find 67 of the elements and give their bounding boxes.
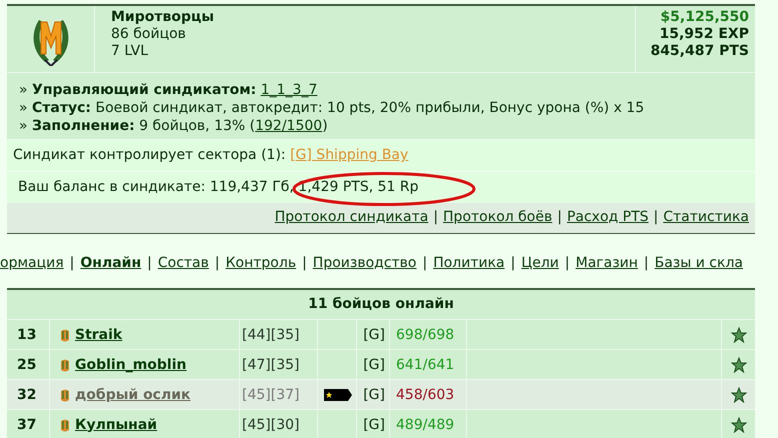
log-link[interactable]: Протокол боёв — [443, 209, 552, 227]
info-link[interactable]: 192/1500 — [255, 118, 322, 134]
hp-value: 641/641 — [396, 356, 454, 372]
syndicate-name: Миротворцы — [111, 9, 216, 26]
member-count: 86 бойцов — [111, 26, 187, 43]
rank-number: 13 — [17, 326, 36, 342]
rank-number: 32 — [17, 386, 36, 402]
info-line: » Заполнение: 9 бойцов, 13% (192/1500) — [19, 117, 329, 135]
nav-tab[interactable]: Производство — [312, 255, 416, 271]
member-link[interactable]: Goblin_moblin — [75, 356, 186, 372]
star-icon[interactable] — [730, 416, 746, 432]
log-link[interactable]: Расход PTS — [566, 209, 649, 227]
member-row[interactable]: 25 Goblin_moblin [47][35] [G] 641/641 — [7, 350, 755, 380]
log-link[interactable]: Протокол синдиката — [274, 209, 428, 227]
rank-number: 25 — [17, 356, 36, 372]
hp-value: 698/698 — [396, 326, 454, 342]
star-icon[interactable] — [730, 356, 746, 372]
member-row[interactable]: 32 добрый ослик [45][37] [G] 458/603 — [7, 380, 755, 410]
nav-tab[interactable]: Базы и скла — [654, 255, 743, 271]
nav-tab[interactable]: Политика — [433, 255, 505, 271]
info-line: » Управляющий синдикатом: 1_1_3_7 — [19, 81, 318, 99]
syndicate-level: 7 LVL — [111, 43, 149, 60]
separator: | — [302, 255, 307, 271]
pts-amount: 845,487 PTS — [650, 43, 749, 60]
member-row[interactable]: 13 Straik [44][35] [G] 698/698 — [7, 320, 755, 350]
star-icon[interactable] — [730, 326, 746, 342]
separator: | — [510, 255, 516, 271]
log-link[interactable]: Статистика — [663, 209, 749, 227]
separator: | — [644, 255, 649, 271]
group-tag: [G] — [363, 356, 385, 372]
sectors-text: Синдикат контролирует сектора (1): — [13, 147, 286, 163]
info-line: » Статус: Боевой синдикат, автокредит: 10 pts, 20% прибыли, Бонус урона (%) x 15 — [19, 99, 646, 117]
separator: | — [70, 255, 74, 271]
rank-number: 37 — [17, 416, 36, 432]
group-tag: [G] — [363, 326, 385, 342]
nav-tab[interactable]: Контроль — [226, 255, 296, 271]
balance-text: Ваш баланс в синдикате: 119,437 Гб, 1,429 PTS, 51 Rp — [18, 179, 418, 195]
separator: | — [433, 209, 438, 227]
member-link[interactable]: Кулпынай — [75, 416, 158, 432]
coordinates: [47][35] — [242, 356, 300, 372]
group-tag: [G] — [363, 416, 385, 432]
star-icon[interactable] — [730, 386, 746, 402]
nav-tab[interactable]: Магазин — [576, 255, 638, 271]
group-tag: [G] — [363, 386, 385, 402]
separator: | — [214, 255, 220, 271]
money-amount: $5,125,550 — [660, 9, 749, 26]
member-row[interactable]: 37 Кулпынай [45][30] [G] 489/489 — [7, 410, 755, 438]
exp-amount: 15,952 EXP — [659, 26, 749, 43]
separator: | — [147, 255, 152, 271]
separator: | — [422, 255, 428, 271]
nav-tab[interactable]: ормация — [0, 255, 64, 271]
member-link[interactable]: Straik — [75, 326, 122, 342]
nav-tab[interactable]: Онлайн — [80, 255, 142, 271]
online-title: 11 бойцов онлайн — [7, 290, 755, 320]
nav-tab[interactable]: Состав — [158, 255, 209, 271]
rank-badge-icon — [324, 388, 352, 400]
separator: | — [557, 209, 562, 227]
coordinates: [45][37] — [242, 386, 300, 402]
hp-value: 489/489 — [396, 416, 454, 432]
coordinates: [45][30] — [242, 416, 300, 432]
separator: | — [564, 255, 570, 271]
coordinates: [44][35] — [242, 326, 300, 342]
hp-value: 458/603 — [396, 386, 454, 402]
member-link[interactable]: добрый ослик — [75, 386, 191, 402]
separator: | — [654, 209, 658, 227]
nav-tab[interactable]: Цели — [521, 255, 559, 271]
info-link[interactable]: 1_1_3_7 — [260, 82, 318, 98]
